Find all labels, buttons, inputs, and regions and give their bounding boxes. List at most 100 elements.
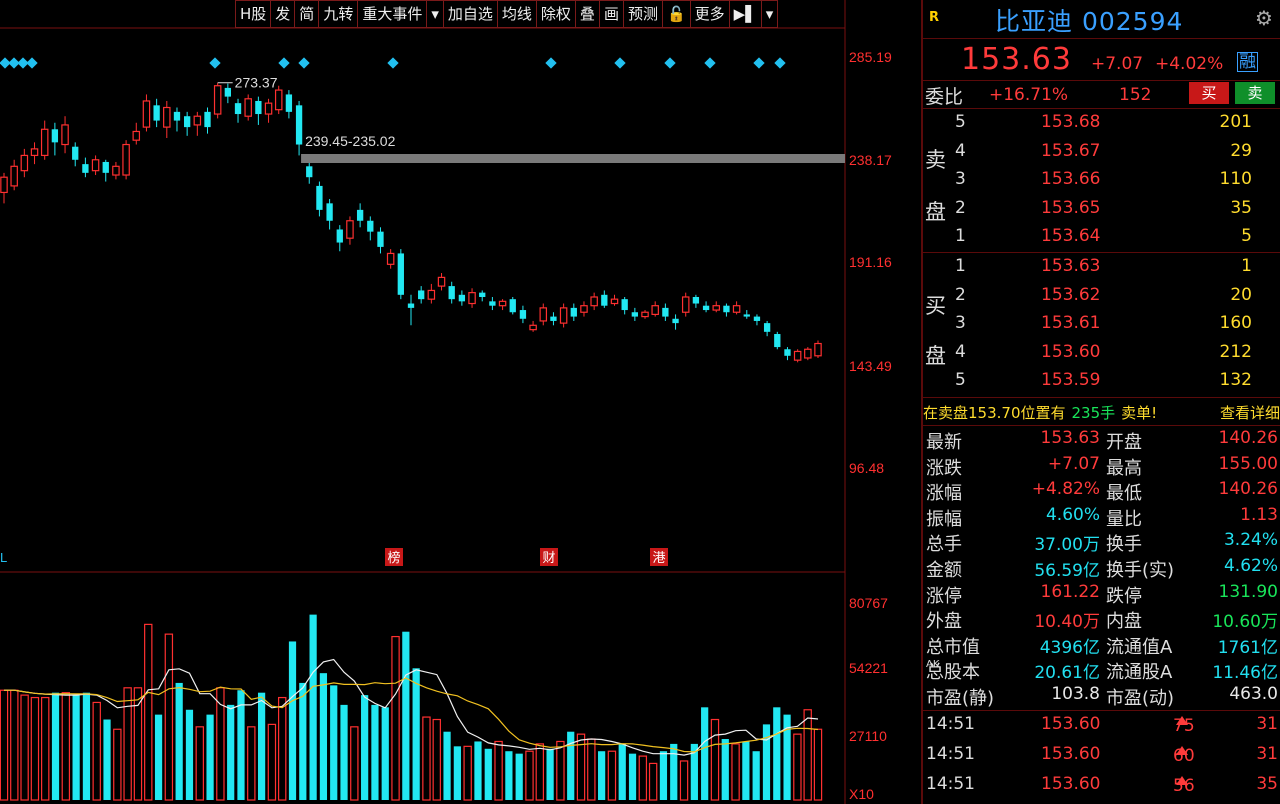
candle-body-up xyxy=(590,296,598,307)
buy-button[interactable]: 买 xyxy=(1189,82,1229,104)
volume-bar-up xyxy=(61,692,71,801)
asks-row[interactable]: 1 153.64 5 xyxy=(923,224,1280,252)
stat-right-label: 换手(实) xyxy=(1106,560,1175,581)
volume-bar-down xyxy=(670,743,678,800)
asks-price: 153.64 xyxy=(1041,226,1101,247)
stat-right-value: 131.90 xyxy=(1218,581,1278,602)
candle-body-up xyxy=(610,298,619,305)
order-notice[interactable]: 在卖盘153.70位置有 235手 卖单! 查看详细 xyxy=(923,402,1280,423)
candle-body-up xyxy=(539,307,548,322)
toolbar-item-14[interactable]: ▶▌ xyxy=(729,0,762,28)
toolbar-item-11[interactable]: 预测 xyxy=(623,0,663,28)
volume-bar-down xyxy=(175,682,183,800)
bids-level: 4 xyxy=(955,341,966,362)
volume-bar-up xyxy=(556,740,565,801)
volume-axis-label: 54221 xyxy=(849,660,888,676)
volume-bar-up xyxy=(793,733,802,801)
asks-row[interactable]: 4 153.67 29 xyxy=(923,139,1280,167)
toolbar-item-13[interactable]: 更多 xyxy=(690,0,730,28)
bids-row[interactable]: 5 153.59 132 xyxy=(923,368,1280,396)
volume-bar-down xyxy=(443,731,451,800)
toolbar-item-15[interactable]: ▾ xyxy=(761,0,779,28)
toolbar-item-4[interactable]: 重大事件 xyxy=(358,0,428,28)
bids-row[interactable]: 4 153.60 212 xyxy=(923,340,1280,368)
price-gap-band xyxy=(301,154,845,163)
volume-bar-up xyxy=(277,696,287,801)
stat-right-label: 市盈(动) xyxy=(1106,688,1175,709)
toolbar-item-7[interactable]: 均线 xyxy=(497,0,537,28)
candle-body-up xyxy=(264,102,273,115)
candle-body-up xyxy=(40,128,49,157)
asks-row[interactable]: 3 153.66 110 xyxy=(923,167,1280,195)
volume-bar-down xyxy=(340,704,348,800)
kline-chart[interactable]: 285.19 238.17 191.16 143.49 96.48 80767 54221 2… xyxy=(0,0,920,804)
candle-body-up xyxy=(804,348,812,359)
toolbar-item-12[interactable]: 🔓 xyxy=(662,0,691,28)
bids-row[interactable]: 3 153.61 160 xyxy=(923,311,1280,339)
candle-body-down xyxy=(723,305,730,313)
stat-left-value: 37.00万 xyxy=(1034,535,1100,556)
up-arrow-icon xyxy=(1176,716,1188,725)
toolbar-item-1[interactable]: 发 xyxy=(271,0,296,28)
volume-bar-up xyxy=(195,726,204,801)
toolbar-item-6[interactable]: 加自选 xyxy=(443,0,498,28)
bids-row[interactable]: 2 153.62 20 xyxy=(923,283,1280,311)
volume-axis-label: 27110 xyxy=(849,728,887,744)
candle-body-down xyxy=(570,307,577,317)
bids-volume: 20 xyxy=(1230,284,1252,305)
sell-button[interactable]: 卖 xyxy=(1235,82,1275,104)
notice-detail-link[interactable]: 查看详细 xyxy=(1220,402,1280,423)
stat-left-value: 161.22 xyxy=(1040,581,1100,602)
event-marker-label: 港 xyxy=(652,551,665,566)
toolbar-item-2[interactable]: 简 xyxy=(295,0,320,28)
volume-bar-down xyxy=(237,690,245,800)
stat-right-value: 463.0 xyxy=(1229,684,1278,704)
gear-icon[interactable]: ⚙ xyxy=(1255,6,1273,30)
tick-count: 31 xyxy=(1256,714,1278,734)
asks-row[interactable]: 5 153.68 201 xyxy=(923,110,1280,138)
stat-right-value: 155.00 xyxy=(1218,453,1278,474)
candle-body-up xyxy=(732,305,741,313)
asks-row[interactable]: 2 153.65 35 xyxy=(923,196,1280,224)
volume-bar-up xyxy=(164,633,174,801)
candle-body-down xyxy=(336,229,343,243)
stat-right-label: 最高 xyxy=(1106,457,1142,479)
bids-row[interactable]: 1 153.63 1 xyxy=(923,254,1280,282)
weibi-label: 委比 xyxy=(925,86,964,108)
candle-body-up xyxy=(498,300,507,307)
toolbar-item-3[interactable]: 九转 xyxy=(319,0,359,28)
toolbar-item-8[interactable]: 除权 xyxy=(536,0,576,28)
r-icon: R xyxy=(929,10,940,25)
volume-bar-up xyxy=(607,750,617,801)
volume-bar-up xyxy=(710,718,720,801)
volume-bar-up xyxy=(0,689,9,801)
event-diamond-icon xyxy=(774,57,786,69)
kline-chart-area[interactable]: 285.19 238.17 191.16 143.49 96.48 80767 54221 2… xyxy=(0,0,920,804)
candle-body-up xyxy=(30,148,39,157)
candle-body-down xyxy=(183,116,191,128)
candle-body-down xyxy=(662,307,669,317)
bids-level: 1 xyxy=(955,256,966,276)
volume-bar-down xyxy=(72,695,80,800)
bids-price: 153.60 xyxy=(1041,341,1101,362)
volume-bar-up xyxy=(525,750,534,801)
toolbar-item-10[interactable]: 画 xyxy=(599,0,624,28)
margin-tag: 融 xyxy=(1237,52,1258,72)
stat-row: 最新 153.63 开盘 140.26 xyxy=(926,428,1278,453)
stat-right-label: 量比 xyxy=(1106,508,1142,530)
volume-bar-up xyxy=(648,762,658,801)
volume-bar-down xyxy=(598,751,606,800)
candle-body-up xyxy=(20,154,29,172)
candle-body-down xyxy=(621,299,628,311)
event-diamond-icon xyxy=(209,57,221,69)
bids-price: 153.59 xyxy=(1041,370,1101,391)
candle-body-down xyxy=(479,292,486,297)
candle-body-up xyxy=(529,324,537,331)
toolbar-item-0[interactable]: H股 xyxy=(235,0,272,28)
toolbar-item-5[interactable]: ▾ xyxy=(427,0,444,28)
price-axis-label: 143.49 xyxy=(849,358,892,374)
stat-row: 外盘 10.40万 内盘 10.60万 xyxy=(923,607,1280,632)
volume-axis-label: 80767 xyxy=(849,595,888,611)
price-change: +7.07 xyxy=(1091,54,1144,74)
toolbar-item-9[interactable]: 叠 xyxy=(575,0,600,28)
